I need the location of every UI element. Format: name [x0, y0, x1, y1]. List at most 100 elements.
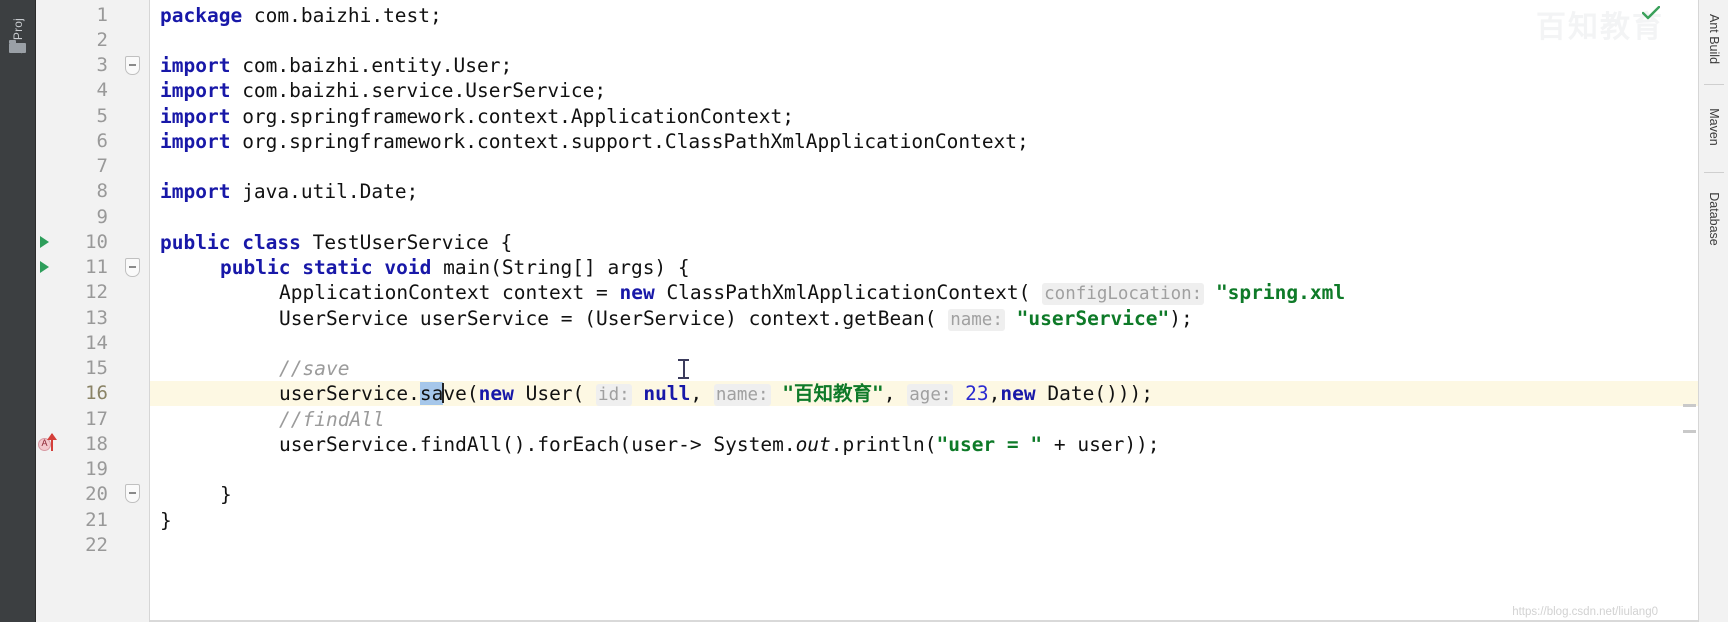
code-editor[interactable]: package com.baizhi.test; import com.baiz…	[150, 0, 1698, 622]
code-text: ,	[690, 382, 714, 405]
inline-param-hint: id:	[596, 384, 632, 406]
line-number: 14	[85, 332, 108, 354]
sidebar-item-ant-build[interactable]: Ant Build	[1699, 4, 1728, 74]
divider	[1704, 84, 1724, 85]
keyword-token: import	[160, 180, 231, 203]
sidebar-item-ant-build-label: Ant Build	[1707, 13, 1721, 65]
run-method-icon[interactable]	[40, 261, 49, 273]
keyword-token: public	[160, 231, 231, 254]
line-number: 12	[85, 281, 108, 303]
code-text: + user));	[1042, 433, 1160, 456]
weak-warning-icon[interactable]	[38, 433, 62, 452]
code-text: ve(	[443, 382, 479, 405]
keyword-token: static	[302, 256, 373, 279]
code-line-18[interactable]: userService.findAll().forEach(user-> Sys…	[279, 432, 1160, 457]
code-line-10[interactable]: public class TestUserService {	[160, 230, 512, 255]
comment-token: //save	[279, 357, 350, 380]
keyword-token: import	[160, 105, 231, 128]
code-line-4[interactable]: import com.baizhi.service.UserService;	[160, 78, 606, 103]
mouse-text-cursor	[678, 358, 689, 380]
line-number: 5	[96, 105, 108, 127]
number-token: 23	[965, 382, 989, 405]
string-token: "百知教育"	[782, 382, 884, 405]
editor-fold-strip[interactable]	[118, 0, 150, 622]
keyword-token: new	[478, 382, 514, 405]
code-text: Date()));	[1035, 382, 1154, 405]
code-text: ClassPathXmlApplicationContext(	[654, 281, 1031, 304]
code-line-20[interactable]: }	[220, 482, 232, 507]
code-line-1[interactable]: package com.baizhi.test;	[160, 3, 442, 28]
keyword-token: void	[384, 256, 432, 279]
code-line-8[interactable]: import java.util.Date;	[160, 179, 418, 204]
code-line-13[interactable]: UserService userService = (UserService) …	[279, 306, 1193, 331]
keyword-token: null	[643, 382, 691, 405]
scrollbar-mark[interactable]	[1683, 404, 1696, 407]
code-text: User(	[513, 382, 585, 405]
code-line-15[interactable]: //save	[279, 356, 349, 381]
line-number: 9	[96, 206, 108, 228]
fold-collapse-icon[interactable]	[125, 258, 140, 277]
keyword-token: package	[160, 4, 243, 27]
sidebar-item-project[interactable]: 1: Proj	[0, 4, 36, 68]
sidebar-item-maven[interactable]: Maven	[1699, 92, 1728, 162]
code-text: TestUserService {	[300, 231, 513, 254]
scrollbar-mark[interactable]	[1683, 430, 1696, 433]
keyword-token: new	[1000, 382, 1036, 405]
fold-collapse-icon[interactable]	[125, 56, 140, 75]
check-icon	[1642, 6, 1660, 20]
code-line-6[interactable]: import org.springframework.context.suppo…	[160, 129, 1029, 154]
code-text: java.util.Date;	[230, 180, 419, 203]
sidebar-item-maven-label: Maven	[1707, 108, 1721, 146]
code-text: com.baizhi.test;	[242, 4, 442, 27]
code-text: }	[220, 483, 232, 506]
sidebar-item-database[interactable]: Database	[1699, 180, 1728, 258]
code-text: main(String[] args) {	[431, 256, 690, 279]
line-number: 1	[96, 4, 108, 26]
code-text: ,	[988, 382, 1001, 405]
code-line-21[interactable]: }	[160, 508, 172, 533]
code-line-17[interactable]: //findAll	[279, 407, 385, 432]
folder-icon[interactable]	[9, 40, 26, 53]
string-token: "spring.xml	[1215, 281, 1346, 304]
code-text: ApplicationContext context =	[279, 281, 620, 304]
fold-collapse-icon[interactable]	[125, 484, 140, 503]
code-line-5[interactable]: import org.springframework.context.Appli…	[160, 104, 794, 129]
line-number: 21	[85, 509, 108, 531]
line-number: 4	[96, 79, 108, 101]
line-number: 15	[85, 357, 108, 379]
keyword-token: import	[160, 54, 231, 77]
inline-param-hint: configLocation:	[1042, 283, 1205, 305]
code-line-11[interactable]: public static void main(String[] args) {	[220, 255, 690, 280]
blog-watermark: https://blog.csdn.net/liulang0	[1512, 606, 1658, 618]
string-token: "user = "	[936, 433, 1043, 456]
sidebar-item-database-label: Database	[1707, 192, 1722, 246]
code-line-16[interactable]: userService.save(new User( id: null, nam…	[279, 381, 1153, 406]
code-text: .println(	[830, 433, 937, 456]
inline-param-hint: age:	[907, 384, 954, 406]
run-class-icon[interactable]	[40, 236, 49, 248]
code-text: org.springframework.context.support.Clas…	[230, 130, 1029, 153]
line-number: 6	[96, 130, 108, 152]
code-text: userService.	[279, 382, 420, 405]
editor-gutter[interactable]: 1 2 3 4 5 6 7 8 9 10 11 12 13 14 15 16 1…	[36, 0, 118, 622]
code-text: com.baizhi.entity.User;	[230, 54, 513, 77]
line-number: 8	[96, 180, 108, 202]
keyword-token: class	[242, 231, 301, 254]
comment-token: //findAll	[279, 408, 385, 431]
inline-param-hint: name:	[948, 309, 1005, 331]
left-tool-strip: 1: Proj	[0, 0, 36, 622]
line-number: 13	[85, 307, 108, 329]
keyword-token: new	[619, 281, 655, 304]
line-number: 19	[85, 458, 108, 480]
code-text: org.springframework.context.ApplicationC…	[230, 105, 794, 128]
line-number-current: 16	[85, 382, 108, 404]
code-text: }	[160, 509, 172, 532]
code-line-12[interactable]: ApplicationContext context = new ClassPa…	[279, 280, 1345, 305]
text-selection[interactable]: sa	[419, 382, 444, 405]
line-number: 2	[96, 29, 108, 51]
ide-window: 1: Proj 1 2 3 4 5 6 7 8 9 10 11 12 13 14…	[0, 0, 1728, 622]
line-number: 7	[96, 155, 108, 177]
code-line-3[interactable]: import com.baizhi.entity.User;	[160, 53, 512, 78]
code-text: com.baizhi.service.UserService;	[230, 79, 607, 102]
divider	[1704, 172, 1724, 173]
